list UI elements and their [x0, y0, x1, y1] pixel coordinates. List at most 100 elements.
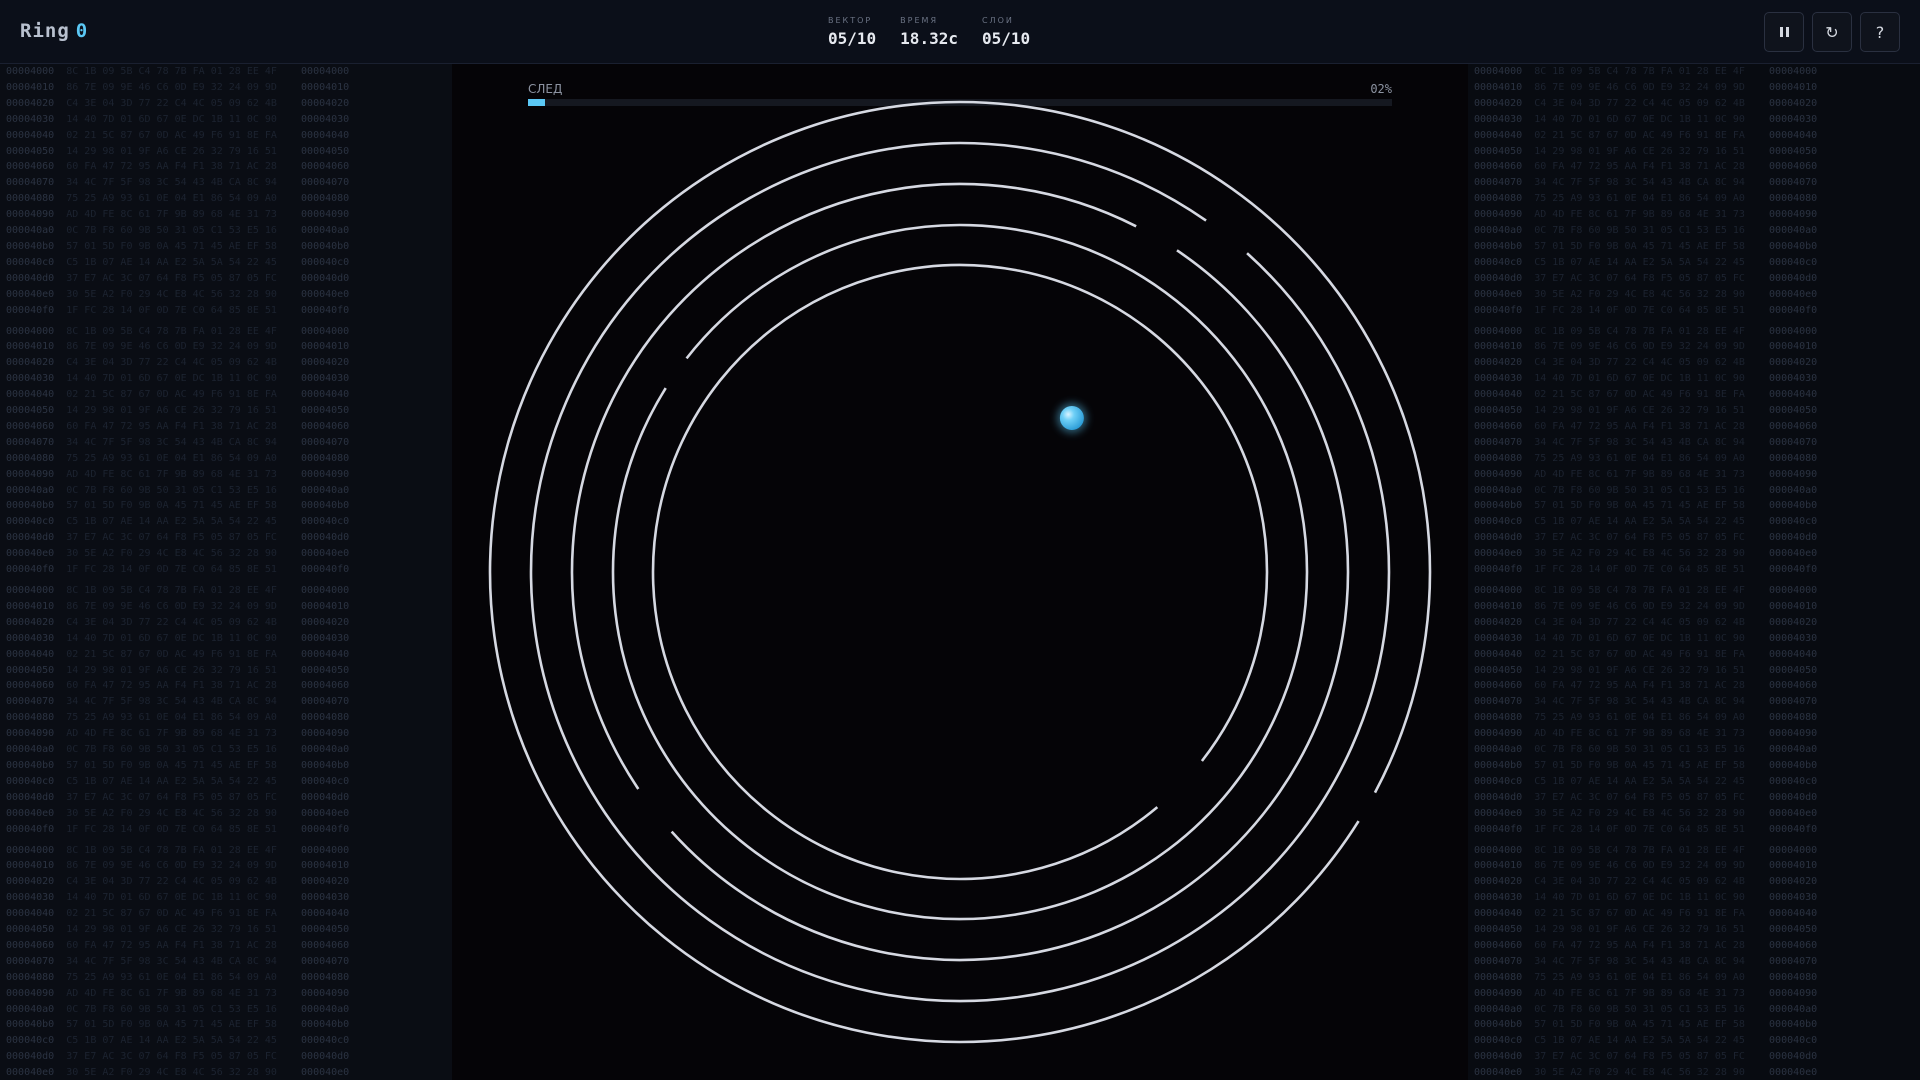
hex-address: 000040c0 — [1744, 516, 1818, 528]
hex-bytes: C4 3E 04 3D 77 22 C4 4C 05 09 62 4B — [1534, 357, 1745, 369]
hex-bytes: 14 40 7D 01 6D 67 0E DC 1B 11 0C 90 — [66, 892, 277, 904]
hex-address: 00004070 — [1468, 696, 1535, 708]
hex-address: 00004010 — [1744, 600, 1818, 612]
hex-bytes: 8C 1B 09 5B C4 78 7B FA 01 28 EE 4F — [66, 585, 277, 596]
hex-line: 000040a0 0C 7B F8 60 9B 50 31 05 C1 53 E… — [1468, 223, 1920, 239]
hex-address: 000040e0 — [1468, 288, 1535, 300]
hex-line: 00004050 14 29 98 01 9F A6 CE 26 32 79 1… — [1468, 144, 1920, 160]
hex-address: 00004020 — [0, 357, 67, 369]
hex-address: 000040a0 — [1468, 744, 1535, 756]
hex-bytes: 60 FA 47 72 95 AA F4 F1 38 71 AC 28 — [66, 420, 277, 432]
hex-line: 000040b0 57 01 5D F0 9B 0A 45 71 45 AE E… — [1468, 1017, 1920, 1033]
hex-address: 000040c0 — [1468, 1035, 1535, 1047]
hex-line: 000040f0 1F FC 28 14 0F 0D 7E C0 64 85 8… — [0, 303, 452, 319]
hex-line: 000040f0 1F FC 28 14 0F 0D 7E C0 64 85 8… — [1468, 822, 1920, 838]
hex-address: 000040b0 — [1744, 759, 1818, 771]
hex-address: 000040e0 — [1468, 1067, 1535, 1079]
hex-address: 00004040 — [276, 648, 350, 660]
hex-bytes: 34 4C 7F 5F 98 3C 54 43 4B CA 8C 94 — [1534, 177, 1745, 189]
hex-line: 000040a0 0C 7B F8 60 9B 50 31 05 C1 53 E… — [0, 1002, 452, 1018]
hex-address: 00004070 — [0, 177, 67, 189]
hex-address: 00004000 — [0, 585, 67, 596]
hex-address: 00004080 — [276, 452, 350, 464]
hex-address: 000040a0 — [1744, 1003, 1818, 1015]
hex-address: 00004000 — [1468, 325, 1535, 337]
hex-line: 00004040 02 21 5C 87 67 0D AC 49 F6 91 8… — [0, 128, 452, 144]
hex-bytes: C5 1B 07 AE 14 AA E2 5A 5A 54 22 45 — [66, 256, 277, 268]
hex-line: 000040b0 57 01 5D F0 9B 0A 45 71 45 AE E… — [1468, 758, 1920, 774]
stat-layers-value: 05/10 — [981, 29, 1031, 48]
hex-bytes: 60 FA 47 72 95 AA F4 F1 38 71 AC 28 — [1534, 939, 1745, 951]
hex-address: 00004030 — [0, 113, 67, 125]
hex-address: 00004000 — [1468, 844, 1535, 856]
hex-bytes: 75 25 A9 93 61 0E 04 E1 86 54 09 A0 — [1534, 452, 1745, 464]
hex-address: 00004090 — [0, 209, 67, 221]
hex-line: 00004020 C4 3E 04 3D 77 22 C4 4C 05 09 6… — [0, 96, 452, 112]
hex-address: 000040e0 — [0, 807, 67, 819]
hex-address: 00004010 — [276, 600, 350, 612]
hex-address: 00004060 — [0, 420, 67, 432]
hex-address: 00004000 — [1744, 66, 1818, 77]
hex-line: 00004070 34 4C 7F 5F 98 3C 54 43 4B CA 8… — [1468, 954, 1920, 970]
hex-address: 00004070 — [0, 696, 67, 708]
hex-line: 00004030 14 40 7D 01 6D 67 0E DC 1B 11 0… — [1468, 112, 1920, 128]
player-ball[interactable] — [1059, 406, 1084, 431]
hex-bytes: 14 29 98 01 9F A6 CE 26 32 79 16 51 — [1534, 405, 1745, 417]
hex-bytes: 57 01 5D F0 9B 0A 45 71 45 AE EF 58 — [66, 500, 277, 512]
hex-line: 000040d0 37 E7 AC 3C 07 64 F8 F5 05 87 0… — [0, 1049, 452, 1065]
hex-bytes: C4 3E 04 3D 77 22 C4 4C 05 09 62 4B — [66, 616, 277, 628]
hex-bytes: 8C 1B 09 5B C4 78 7B FA 01 28 EE 4F — [66, 325, 277, 337]
hex-address: 00004010 — [1468, 600, 1535, 612]
hex-line: 00004030 14 40 7D 01 6D 67 0E DC 1B 11 0… — [1468, 890, 1920, 906]
hex-address: 00004050 — [0, 924, 67, 936]
hex-address: 000040f0 — [0, 564, 67, 576]
hex-address: 00004080 — [1744, 452, 1818, 464]
pause-button[interactable] — [1764, 12, 1804, 52]
stat-vector-value: 05/10 — [828, 29, 877, 48]
hex-address: 00004080 — [1468, 712, 1535, 724]
stat-time-label: ВРЕМЯ — [900, 16, 938, 25]
hex-bytes: 37 E7 AC 3C 07 64 F8 F5 05 87 05 FC — [1534, 532, 1745, 544]
hex-address: 00004020 — [1468, 876, 1535, 888]
hex-bytes: 57 01 5D F0 9B 0A 45 71 45 AE EF 58 — [1534, 1019, 1745, 1031]
ring-arc-layer-3 — [570, 182, 1137, 790]
stats-panel: ВЕКТОР 05/10 ВРЕМЯ 18.32с СЛОИ 05/10 — [828, 16, 1030, 48]
game-arena[interactable]: СЛЕД 02% — [452, 64, 1468, 1080]
hex-address: 00004080 — [1468, 452, 1535, 464]
hex-line: 00004080 75 25 A9 93 61 0E 04 E1 86 54 0… — [1468, 451, 1920, 467]
hex-bytes: C4 3E 04 3D 77 22 C4 4C 05 09 62 4B — [1534, 876, 1745, 888]
hex-line: 000040d0 37 E7 AC 3C 07 64 F8 F5 05 87 0… — [1468, 530, 1920, 546]
hex-bytes: 8C 1B 09 5B C4 78 7B FA 01 28 EE 4F — [1534, 844, 1745, 856]
hex-line: 00004000 8C 1B 09 5B C4 78 7B FA 01 28 E… — [1468, 324, 1920, 340]
hex-line: 00004080 75 25 A9 93 61 0E 04 E1 86 54 0… — [0, 451, 452, 467]
hex-bytes: 1F FC 28 14 0F 0D 7E C0 64 85 8E 51 — [66, 823, 277, 835]
hex-address: 00004050 — [1468, 924, 1535, 936]
hex-address: 000040d0 — [1468, 272, 1535, 284]
hex-dump-left: 00004000 8C 1B 09 5B C4 78 7B FA 01 28 E… — [0, 64, 452, 1080]
hex-address: 00004080 — [0, 971, 67, 983]
help-button[interactable]: ? — [1860, 12, 1900, 52]
hex-bytes: 14 40 7D 01 6D 67 0E DC 1B 11 0C 90 — [1534, 892, 1745, 904]
hex-address: 00004000 — [1744, 585, 1818, 596]
hex-address: 000040d0 — [1744, 791, 1818, 803]
ring-arc-layer-1 — [488, 100, 1432, 1044]
hex-address: 000040a0 — [1468, 1003, 1535, 1015]
hex-line: 00004070 34 4C 7F 5F 98 3C 54 43 4B CA 8… — [1468, 694, 1920, 710]
hex-address: 00004080 — [1744, 193, 1818, 205]
hex-address: 00004080 — [1744, 712, 1818, 724]
hex-line: 000040d0 37 E7 AC 3C 07 64 F8 F5 05 87 0… — [1468, 1049, 1920, 1065]
hex-address: 000040d0 — [1468, 791, 1535, 803]
hex-line: 00004060 60 FA 47 72 95 AA F4 F1 38 71 A… — [0, 938, 452, 954]
hex-line: 00004020 C4 3E 04 3D 77 22 C4 4C 05 09 6… — [0, 615, 452, 631]
hex-address: 000040b0 — [1468, 240, 1535, 252]
restart-button[interactable]: ↻ — [1812, 12, 1852, 52]
hex-address: 00004070 — [1744, 177, 1818, 189]
hex-address: 00004050 — [1468, 405, 1535, 417]
hex-bytes: 86 7E 09 9E 46 C6 0D E9 32 24 09 9D — [66, 341, 277, 353]
hex-address: 000040e0 — [1468, 548, 1535, 560]
hex-bytes: 30 5E A2 F0 29 4C E8 4C 56 32 28 90 — [66, 807, 277, 819]
hex-line: 00004040 02 21 5C 87 67 0D AC 49 F6 91 8… — [0, 387, 452, 403]
hex-address: 000040b0 — [0, 240, 67, 252]
hex-address: 00004070 — [276, 696, 350, 708]
hex-address: 00004080 — [1744, 971, 1818, 983]
